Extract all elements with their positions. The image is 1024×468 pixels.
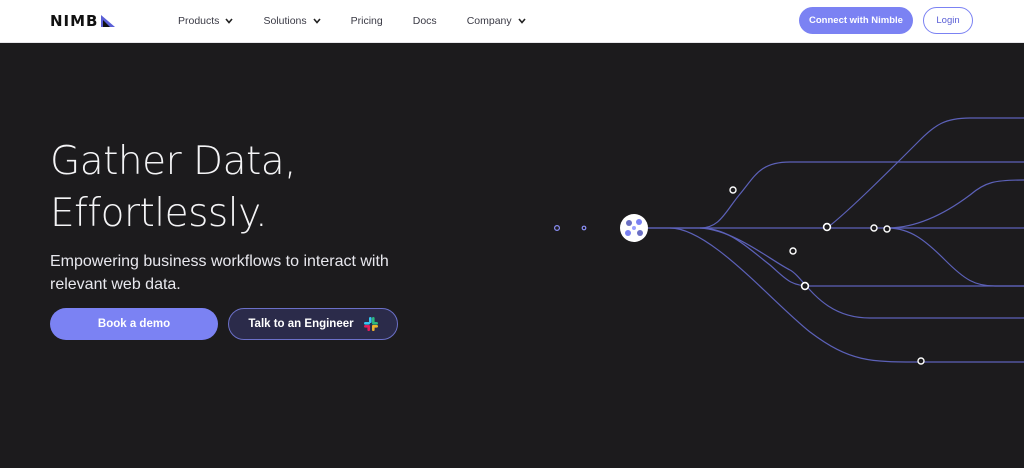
slack-icon	[363, 317, 378, 331]
nav-item-docs[interactable]: Docs	[413, 15, 437, 27]
chevron-down-icon	[518, 18, 526, 24]
book-demo-button[interactable]: Book a demo	[50, 308, 218, 340]
network-lines	[480, 117, 1024, 363]
connect-with-nimble-button[interactable]: Connect with Nimble	[799, 7, 913, 34]
logo-triangle-icon	[100, 15, 115, 27]
main-nav: Products Solutions Pricing Docs Company	[178, 0, 556, 42]
chevron-down-icon	[225, 18, 234, 24]
talk-to-engineer-button[interactable]: Talk to an Engineer	[228, 308, 398, 340]
nimble-logo[interactable]: NIMB	[50, 12, 115, 30]
nav-label: Pricing	[350, 15, 383, 27]
nav-label: Solutions	[263, 15, 307, 27]
nav-item-solutions[interactable]: Solutions	[263, 15, 321, 27]
hero-subtitle: Empowering business workflows to interac…	[50, 253, 389, 293]
nav-label: Company	[466, 15, 512, 27]
chevron-down-icon	[313, 18, 321, 24]
nav-item-company[interactable]: Company	[467, 15, 526, 27]
login-button[interactable]: Login	[923, 7, 973, 34]
nav-item-pricing[interactable]: Pricing	[351, 15, 383, 27]
top-navbar: NIMB Products Solutions Pricing Docs Com…	[0, 0, 1024, 43]
nav-label: Docs	[412, 15, 437, 27]
nav-item-products[interactable]: Products	[178, 15, 234, 27]
network-nodes	[553, 186, 925, 365]
hero-title: Gather Data, Effortlessly.	[50, 136, 297, 240]
talk-to-engineer-label: Talk to an Engineer	[248, 318, 354, 330]
logo-text: NIMB	[50, 12, 99, 30]
hero-title-line2: Effortlessly.	[50, 191, 268, 236]
nav-label: Products	[178, 15, 220, 27]
data-network-illustration	[480, 117, 1024, 365]
nimble-hub-icon	[620, 214, 648, 242]
hero-title-line1: Gather Data,	[50, 139, 297, 184]
